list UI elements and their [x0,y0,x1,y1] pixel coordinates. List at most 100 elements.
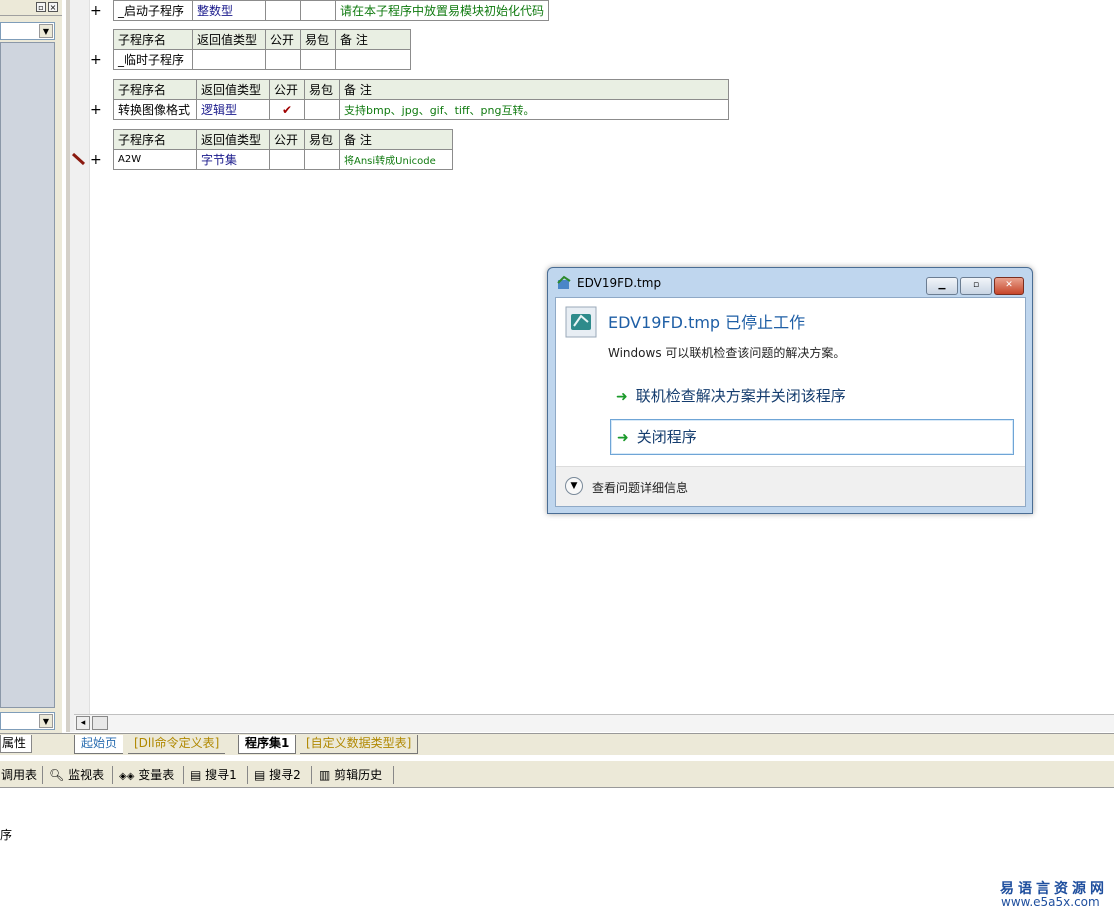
horizontal-scrollbar[interactable] [74,714,1114,732]
toolbar-separator [393,766,394,784]
search2-label: 搜寻2 [269,768,301,782]
tab-custom-types[interactable]: [自定义数据类型表] [300,735,419,754]
public-flag[interactable] [265,0,301,21]
chevron-down-icon[interactable]: ▼ [565,477,583,495]
scroll-left-icon[interactable]: ◂ [76,716,90,730]
magnifier-icon: 🔍︎ [49,768,65,782]
table-row[interactable]: 转换图像格式 逻辑型 ✔ 支持bmp、jpg、gif、tiff、png互转。 [113,99,729,120]
chevron-down-icon[interactable]: ▼ [39,714,53,728]
tab-properties[interactable]: 属性 [0,735,32,753]
public-check-icon[interactable]: ✔ [269,99,305,120]
chevron-down-icon[interactable]: ▼ [39,24,53,38]
minimize-icon[interactable]: ▁ [926,277,958,295]
col-header: 备 注 [339,79,729,100]
scrollbar-thumb[interactable] [92,716,108,730]
col-header: 返回值类型 [196,129,270,150]
check-online-label: 联机检查解决方案并关闭该程序 [635,387,846,405]
app-icon [557,275,571,289]
dialog-title: EDV19FD.tmp [577,276,662,290]
maximize-icon[interactable]: ▫ [960,277,992,295]
subroutine-table: _启动子程序 整数型 请在本子程序中放置易模块初始化代码 [113,0,550,21]
expand-icon[interactable]: + [90,153,102,167]
expand-icon[interactable]: + [90,103,102,117]
expand-icon[interactable]: + [90,53,102,67]
glasses-icon: ◈◈ [119,771,135,782]
subroutine-table: 子程序名 返回值类型 公开 易包 备 注 转换图像格式 逻辑型 ✔ 支持bmp、… [113,79,729,120]
remark[interactable]: 将Ansi转成Unicode [339,149,453,170]
close-program-label: 关闭程序 [636,428,697,446]
table-header: 子程序名 返回值类型 公开 易包 备 注 [113,79,729,100]
subroutine-name[interactable]: 转换图像格式 [113,99,197,120]
table-row[interactable]: _临时子程序 [113,49,411,70]
var-table-label: 变量表 [138,768,175,782]
program-icon [565,306,597,338]
epackage-flag[interactable] [304,99,340,120]
watch-table-label: 监视表 [68,768,105,782]
check-online-button[interactable]: ➜ 联机检查解决方案并关闭该程序 [610,379,1012,413]
col-header: 易包 [300,29,336,50]
tab-dll-commands[interactable]: [Dll命令定义表] [128,735,226,754]
watch-table-button[interactable]: 🔍︎ 监视表 [49,767,104,783]
toolbar-separator [183,766,184,784]
arrow-right-icon: ➜ [617,430,629,446]
left-tree-list[interactable] [0,42,55,708]
table-row[interactable]: A2W 字节集 将Ansi转成Unicode [113,149,453,170]
col-header: 公开 [269,129,305,150]
col-header: 返回值类型 [196,79,270,100]
close-icon[interactable]: ✕ [994,277,1024,295]
epackage-flag[interactable] [304,149,340,170]
table-header: 子程序名 返回值类型 公开 易包 备 注 [113,29,411,50]
epackage-flag[interactable] [300,0,336,21]
search1-button[interactable]: ▤ 搜寻1 [190,767,237,783]
remark[interactable]: 请在本子程序中放置易模块初始化代码 [334,0,550,21]
clipboard-icon: ▥ [319,768,331,782]
details-toggle[interactable]: 查看问题详细信息 [592,479,688,496]
search-doc-icon: ▤ [254,768,266,782]
search-doc-icon: ▤ [190,768,202,782]
subroutine-name[interactable]: _临时子程序 [113,49,193,70]
tab-start-page[interactable]: 起始页 [74,735,124,754]
call-table-button[interactable]: 调用表 [1,767,37,783]
remark[interactable] [335,49,411,70]
toolbar-separator [112,766,113,784]
col-header: 公开 [265,29,301,50]
clip-history-button[interactable]: ▥ 剪辑历史 [319,767,382,783]
subroutine-table: 子程序名 返回值类型 公开 易包 备 注 _临时子程序 [113,29,411,70]
watermark-url: www.e5a5x.com [1001,895,1100,909]
subroutine-name[interactable]: A2W [113,149,197,170]
return-type[interactable]: 字节集 [196,149,270,170]
tab-program-set[interactable]: 程序集1 [238,735,297,754]
table-row[interactable]: _启动子程序 整数型 请在本子程序中放置易模块初始化代码 [113,0,550,21]
clip-history-label: 剪辑历史 [334,768,383,782]
restore-icon[interactable]: ▫ [36,2,46,12]
public-flag[interactable] [269,149,305,170]
left-top-dropdown[interactable]: ▼ [0,22,55,40]
editor-gutter [70,0,90,732]
left-bottom-dropdown[interactable]: ▼ [0,712,55,730]
expand-icon[interactable]: + [90,4,102,18]
var-table-button[interactable]: ◈◈ 变量表 [119,767,174,785]
subroutine-name[interactable]: _启动子程序 [113,0,193,21]
dialog-message: Windows 可以联机检查该问题的解决方案。 [608,346,846,360]
epackage-flag[interactable] [300,49,336,70]
return-type[interactable]: 整数型 [192,0,266,21]
return-type[interactable] [192,49,266,70]
return-type[interactable]: 逻辑型 [196,99,270,120]
close-icon[interactable]: × [48,2,58,12]
col-header: 公开 [269,79,305,100]
toolbar-separator [42,766,43,784]
public-flag[interactable] [265,49,301,70]
arrow-right-icon: ➜ [616,389,628,405]
col-header: 返回值类型 [192,29,266,50]
remark[interactable]: 支持bmp、jpg、gif、tiff、png互转。 [339,99,729,120]
left-panel-header: ▫ × [0,0,62,16]
col-header: 子程序名 [113,129,197,150]
subroutine-table: 子程序名 返回值类型 公开 易包 备 注 A2W 字节集 将Ansi转成Unic… [113,129,453,170]
edit-marker-icon [71,152,86,166]
col-header: 易包 [304,79,340,100]
search2-button[interactable]: ▤ 搜寻2 [254,767,301,783]
dialog-heading: EDV19FD.tmp 已停止工作 [608,313,806,332]
col-header: 子程序名 [113,29,193,50]
col-header: 子程序名 [113,79,197,100]
close-program-button[interactable]: ➜ 关闭程序 [610,419,1014,455]
